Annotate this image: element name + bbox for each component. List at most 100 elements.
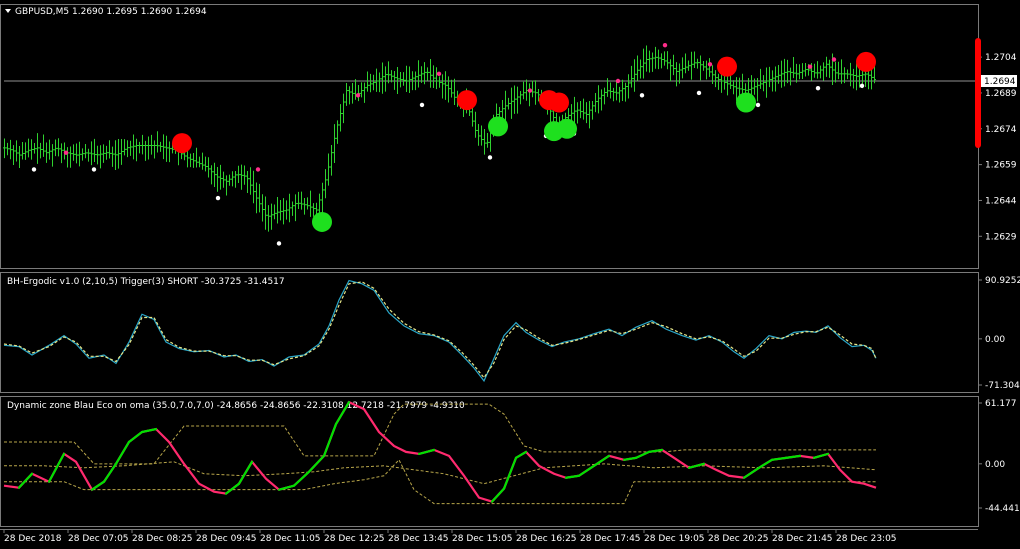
- price-bar: [699, 55, 702, 81]
- price-bar: [270, 203, 273, 230]
- white-signal-dot: [755, 102, 761, 108]
- red-sell-signal-circle: [172, 133, 192, 154]
- price-bar: [693, 51, 696, 68]
- price-bar: [513, 85, 516, 114]
- price-pane-title: GBPUSD,M5 1.2690 1.2695 1.2690 1.2694: [15, 7, 207, 17]
- price-bar: [486, 132, 489, 148]
- price-bar: [237, 165, 240, 183]
- price-bar: [225, 175, 228, 196]
- price-bar: [321, 182, 324, 215]
- price-bar: [351, 82, 354, 104]
- dynamic-zone-line-up-segment: [812, 452, 830, 459]
- price-bar: [852, 68, 855, 89]
- price-bar: [846, 69, 849, 80]
- price-bar: [96, 145, 99, 165]
- price-bar: [30, 139, 33, 160]
- price-bar: [279, 200, 282, 221]
- price-bar: [357, 85, 360, 102]
- price-bar: [267, 205, 270, 232]
- price-bar: [252, 170, 255, 204]
- price-bar: [825, 56, 828, 77]
- price-bar: [585, 102, 588, 124]
- price-bar: [783, 58, 786, 87]
- price-bar: [387, 61, 390, 84]
- price-bar: [402, 72, 405, 86]
- price-bar: [759, 68, 762, 89]
- green-buy-signal-circle: [736, 92, 756, 113]
- price-bar: [816, 61, 819, 79]
- price-bar: [378, 72, 381, 93]
- red-sell-signal-circle: [457, 90, 477, 111]
- time-label-9: 28 Dec 17:45: [580, 534, 641, 544]
- price-bar: [663, 51, 666, 66]
- time-label-2: 28 Dec 08:25: [132, 534, 193, 544]
- price-bar: [651, 52, 654, 72]
- price-bar: [114, 140, 117, 170]
- current-price-label: 1.2694: [984, 77, 1016, 87]
- dynamic-tick-label-2: -44.4418: [985, 504, 1020, 514]
- price-bar: [258, 183, 261, 213]
- price-bar: [396, 67, 399, 94]
- pink-signal-dot: [527, 88, 533, 93]
- price-bar: [420, 66, 423, 83]
- pink-signal-dot: [662, 42, 668, 48]
- price-bar: [54, 139, 57, 157]
- price-bar: [48, 139, 51, 160]
- price-bar: [243, 165, 246, 185]
- chart-canvas[interactable]: GBPUSD,M5 1.2690 1.2695 1.2690 1.2694 1.2…: [0, 0, 1020, 549]
- dynamic-zone-line-up-segment: [687, 462, 706, 469]
- price-bar: [240, 164, 243, 190]
- price-bar: [600, 89, 603, 111]
- price-bar: [213, 162, 216, 188]
- price-bar: [105, 145, 108, 160]
- price-bar: [732, 80, 735, 95]
- price-bar: [300, 191, 303, 210]
- price-bar: [39, 142, 42, 159]
- dynamic-zone-line-up-segment: [307, 454, 326, 473]
- price-bar: [345, 83, 348, 106]
- dynamic-zone-line-up-segment: [114, 440, 131, 465]
- dynamic-zone-band-1: [4, 458, 876, 505]
- price-bar: [60, 143, 63, 164]
- pink-signal-dot: [63, 150, 69, 155]
- price-bar: [75, 143, 78, 164]
- pink-signal-dot: [807, 64, 813, 69]
- trading-terminal-chart-window[interactable]: GBPUSD,M5 1.2690 1.2695 1.2690 1.2694 1.2…: [0, 0, 1020, 549]
- price-bar: [687, 60, 690, 71]
- price-bar: [81, 148, 84, 161]
- time-label-12: 28 Dec 21:45: [772, 534, 833, 544]
- price-bar: [768, 66, 771, 88]
- price-bar: [12, 145, 15, 166]
- time-label-13: 28 Dec 23:05: [836, 534, 897, 544]
- chart-menu-triangle-icon[interactable]: [5, 9, 11, 13]
- time-label-8: 28 Dec 16:25: [516, 534, 577, 544]
- price-bar: [228, 174, 231, 186]
- price-bar: [36, 133, 39, 164]
- red-sell-signal-circle: [549, 92, 569, 113]
- dynamic-zone-line-up-segment: [224, 482, 241, 495]
- price-bar: [156, 131, 159, 153]
- price-bar: [765, 67, 768, 98]
- price-bar: [216, 167, 219, 192]
- price-bar: [828, 59, 831, 78]
- right-edge-red-bar: [975, 38, 981, 148]
- price-bar: [18, 146, 21, 168]
- price-bar: [222, 171, 225, 188]
- price-bar: [444, 71, 447, 100]
- white-signal-dot: [487, 155, 493, 160]
- price-bar: [819, 65, 822, 79]
- price-bar: [84, 143, 87, 159]
- price-bar: [813, 63, 816, 78]
- dynamic-zone-line-up-segment: [417, 448, 436, 455]
- dynamic-zone-line-up-segment: [502, 456, 518, 490]
- price-bar: [609, 82, 612, 99]
- price-bar: [87, 148, 90, 162]
- price-bar: [429, 58, 432, 88]
- price-bar: [618, 86, 621, 103]
- price-bar: [717, 73, 720, 90]
- price-bar: [714, 70, 717, 88]
- price-bar: [786, 59, 789, 84]
- dynamic-tick-label-0: 61.177: [985, 399, 1017, 409]
- price-bar: [666, 51, 669, 70]
- dynamic-zone-line-up-segment: [742, 466, 761, 479]
